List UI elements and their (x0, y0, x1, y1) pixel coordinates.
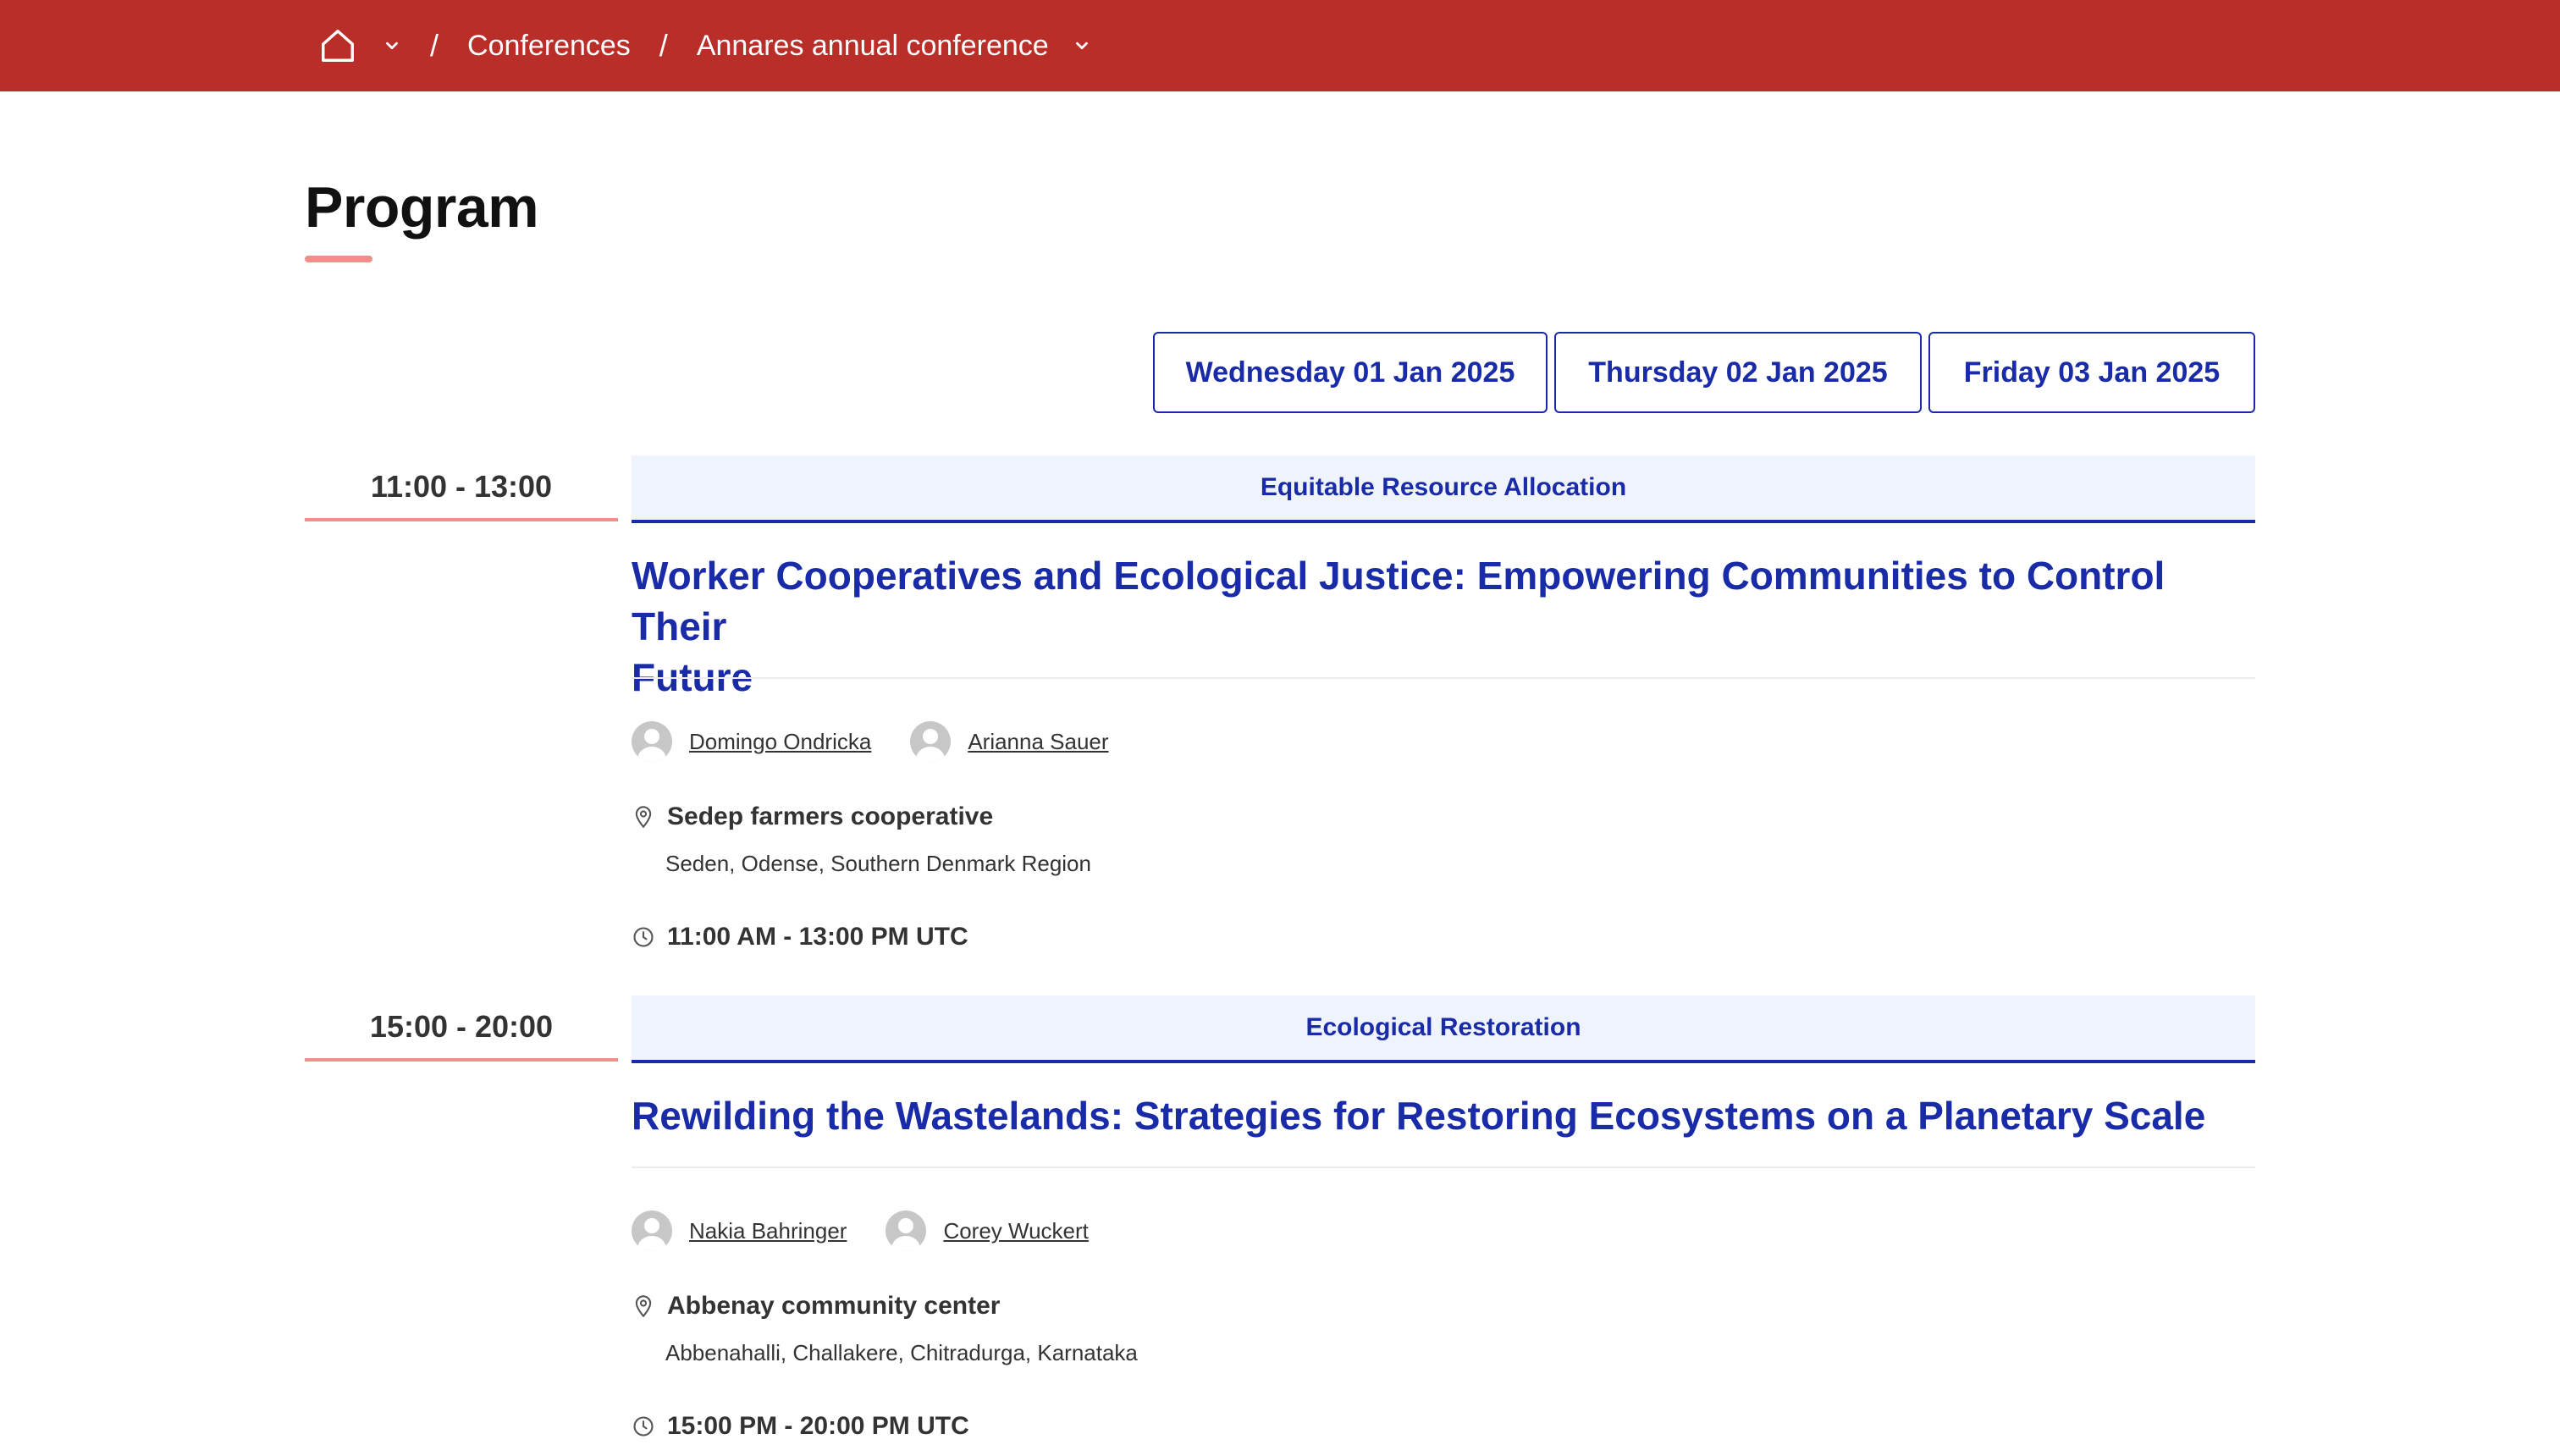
breadcrumb-separator: / (659, 28, 668, 63)
breadcrumb-conferences[interactable]: Conferences (467, 30, 631, 63)
session-time-detail: 15:00 PM - 20:00 PM UTC (667, 1412, 969, 1440)
breadcrumb-conference[interactable]: Annares annual conference (697, 30, 1049, 63)
session-time: 11:00 AM - 13:00 PM UTC (632, 923, 968, 951)
title-underline (305, 256, 372, 262)
speaker[interactable]: Nakia Bahringer (632, 1211, 847, 1251)
speaker-list: Domingo Ondricka Arianna Sauer (632, 721, 1148, 762)
breadcrumb: / Conferences / Annares annual conferenc… (318, 0, 1091, 91)
divider (632, 1166, 2255, 1168)
venue: Abbenay community center (632, 1292, 1000, 1321)
session-title-line[interactable]: Worker Cooperatives and Ecological Justi… (632, 550, 2255, 652)
session-time-range: 11:00 - 13:00 (370, 469, 553, 504)
speaker-name[interactable]: Domingo Ondricka (689, 729, 871, 755)
session-title-line[interactable]: Rewilding the Wastelands: Strategies for… (632, 1090, 2255, 1141)
venue-name: Sedep farmers cooperative (667, 802, 994, 830)
speaker-name[interactable]: Arianna Sauer (968, 729, 1108, 755)
session-title[interactable]: Worker Cooperatives and Ecological Justi… (632, 550, 2255, 703)
avatar (632, 721, 672, 762)
speaker[interactable]: Domingo Ondricka (632, 721, 871, 762)
speaker-name[interactable]: Nakia Bahringer (689, 1218, 847, 1244)
speaker[interactable]: Arianna Sauer (910, 721, 1109, 762)
time-underline (305, 1058, 618, 1062)
avatar (910, 721, 952, 762)
session-title[interactable]: Rewilding the Wastelands: Strategies for… (632, 1090, 2255, 1141)
session-track: Equitable Resource Allocation (632, 455, 2255, 523)
chevron-down-icon[interactable] (383, 36, 401, 55)
top-bar: / Conferences / Annares annual conferenc… (0, 0, 2560, 91)
clock-icon (633, 927, 654, 947)
venue-address: Abbenahalli, Challakere, Chitradurga, Ka… (665, 1340, 1138, 1365)
speaker[interactable]: Corey Wuckert (886, 1211, 1089, 1251)
speaker-list: Nakia Bahringer Corey Wuckert (632, 1211, 1128, 1251)
session-time-range: 15:00 - 20:00 (369, 1009, 554, 1044)
venue-name: Abbenay community center (667, 1292, 1001, 1320)
chevron-down-icon[interactable] (1073, 36, 1091, 55)
day-tab-friday[interactable]: Friday 03 Jan 2025 (1928, 332, 2255, 413)
clock-icon (633, 1416, 654, 1437)
divider (632, 677, 2255, 679)
session-time-detail: 11:00 AM - 13:00 PM UTC (667, 923, 968, 951)
session-time: 15:00 PM - 20:00 PM UTC (632, 1412, 969, 1441)
speaker-name[interactable]: Corey Wuckert (943, 1218, 1088, 1244)
session-track: Ecological Restoration (632, 995, 2255, 1063)
breadcrumb-separator: / (430, 28, 439, 63)
avatar (886, 1211, 927, 1251)
day-tab-wednesday[interactable]: Wednesday 01 Jan 2025 (1153, 332, 1548, 413)
venue: Sedep farmers cooperative (632, 802, 993, 831)
location-pin-icon (635, 806, 652, 829)
page-title: Program (305, 175, 539, 240)
home-icon[interactable] (318, 26, 357, 65)
venue-address: Seden, Odense, Southern Denmark Region (665, 851, 1091, 876)
day-tab-thursday[interactable]: Thursday 02 Jan 2025 (1554, 332, 1922, 413)
location-pin-icon (635, 1295, 652, 1318)
time-underline (305, 518, 618, 521)
avatar (632, 1211, 672, 1251)
